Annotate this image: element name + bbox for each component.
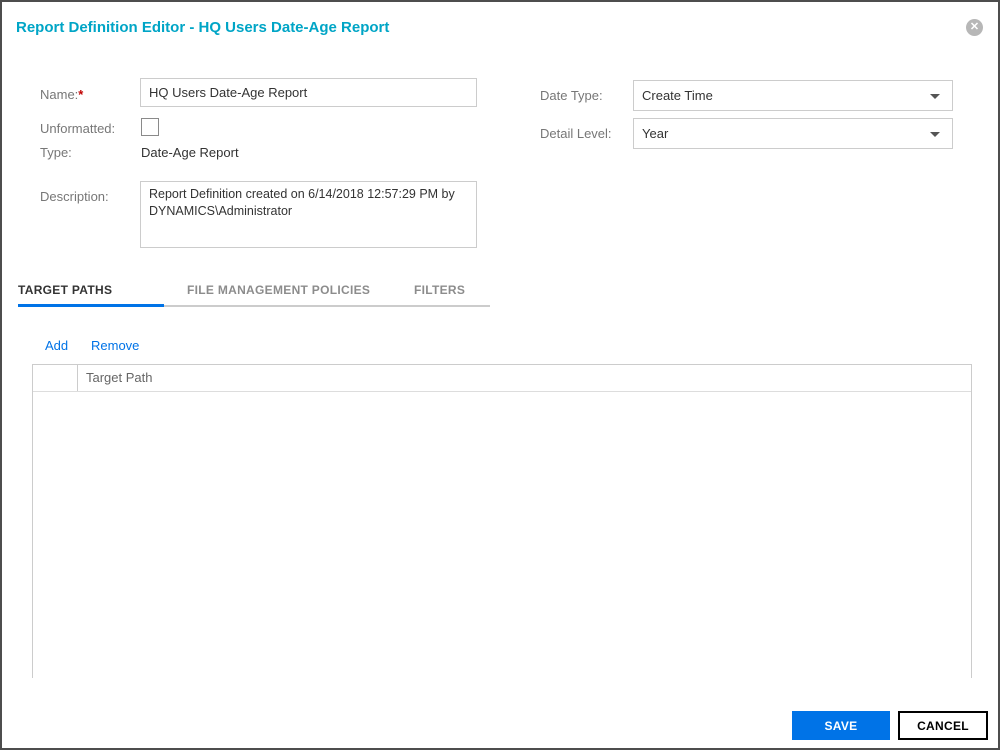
table-body-empty bbox=[33, 392, 971, 678]
chevron-down-icon bbox=[930, 131, 940, 137]
date-type-selected-value: Create Time bbox=[642, 88, 713, 103]
detail-level-selected-value: Year bbox=[642, 126, 669, 141]
date-type-label: Date Type: bbox=[540, 88, 603, 103]
name-label: Name:* bbox=[40, 87, 84, 102]
table-header-row: Target Path bbox=[33, 365, 971, 392]
description-textarea[interactable]: Report Definition created on 6/14/2018 1… bbox=[140, 181, 477, 248]
description-label: Description: bbox=[40, 189, 109, 204]
type-label: Type: bbox=[40, 145, 72, 160]
table-column-header-target-path: Target Path bbox=[86, 370, 153, 385]
tab-target-paths[interactable]: TARGET PATHS bbox=[18, 283, 112, 297]
target-paths-table: Target Path bbox=[32, 364, 972, 678]
table-selection-column-header bbox=[33, 365, 78, 391]
name-input[interactable] bbox=[140, 78, 477, 107]
detail-level-select[interactable]: Year bbox=[633, 118, 953, 149]
dialog-title: Report Definition Editor - HQ Users Date… bbox=[16, 19, 390, 36]
tab-filters[interactable]: FILTERS bbox=[414, 283, 465, 297]
chevron-down-icon bbox=[930, 93, 940, 99]
report-definition-editor-dialog: Report Definition Editor - HQ Users Date… bbox=[0, 0, 1000, 750]
close-icon[interactable]: ✕ bbox=[966, 19, 983, 36]
save-button[interactable]: SAVE bbox=[792, 711, 890, 740]
type-value: Date-Age Report bbox=[141, 145, 239, 160]
detail-level-label: Detail Level: bbox=[540, 126, 612, 141]
date-type-select[interactable]: Create Time bbox=[633, 80, 953, 111]
required-marker: * bbox=[78, 87, 84, 102]
cancel-button[interactable]: CANCEL bbox=[898, 711, 988, 740]
unformatted-label: Unformatted: bbox=[40, 121, 116, 136]
add-link[interactable]: Add bbox=[45, 338, 68, 353]
active-tab-indicator bbox=[18, 304, 164, 307]
remove-link[interactable]: Remove bbox=[91, 338, 139, 353]
unformatted-checkbox[interactable] bbox=[141, 118, 159, 136]
tab-file-management-policies[interactable]: FILE MANAGEMENT POLICIES bbox=[187, 283, 370, 297]
